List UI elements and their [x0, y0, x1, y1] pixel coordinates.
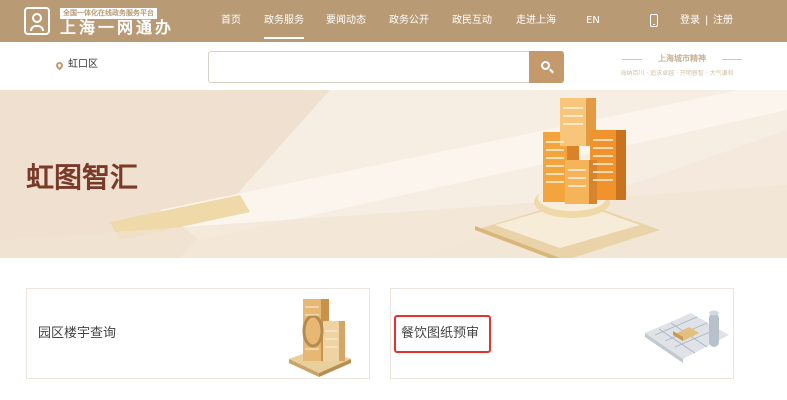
login-link[interactable]: 登录	[680, 0, 700, 42]
highlight-box	[394, 315, 491, 353]
blueprint-illustration	[645, 310, 729, 363]
top-nav: 全国一体化在线政务服务平台 上海一网通办 首页 政务服务 要闻动态 政务公开 政…	[0, 0, 787, 42]
building-illustration	[289, 299, 351, 377]
card-park-building-query[interactable]: 园区楼宇查询	[26, 288, 370, 379]
banner-title: 虹图智汇	[26, 161, 139, 194]
nav-about-shanghai[interactable]: 走进上海	[516, 0, 556, 42]
register-link[interactable]: 注册	[713, 0, 733, 42]
nav-government-services[interactable]: 政务服务	[264, 0, 304, 42]
city-spirit-title: 上海城市精神	[658, 54, 706, 63]
logo-icon[interactable]	[24, 7, 50, 35]
hero-banner: 虹图智汇	[0, 90, 787, 258]
site-title[interactable]: 上海一网通办	[60, 18, 174, 38]
nav-home[interactable]: 首页	[221, 0, 241, 42]
auth-separator: |	[705, 15, 709, 26]
city-spirit-slogan: 海纳百川 · 追求卓越 · 开明睿智 · 大气谦和	[620, 70, 734, 77]
card-title: 园区楼宇查询	[38, 326, 117, 341]
mobile-icon[interactable]	[650, 14, 658, 27]
nav-english[interactable]: EN	[586, 0, 600, 42]
location-selector[interactable]: 虹口区	[68, 58, 98, 72]
search-input[interactable]	[208, 51, 529, 83]
search-button[interactable]	[529, 51, 564, 83]
nav-interaction[interactable]: 政民互动	[452, 0, 492, 42]
nav-public-affairs[interactable]: 政务公开	[389, 0, 429, 42]
nav-news[interactable]: 要闻动态	[326, 0, 366, 42]
